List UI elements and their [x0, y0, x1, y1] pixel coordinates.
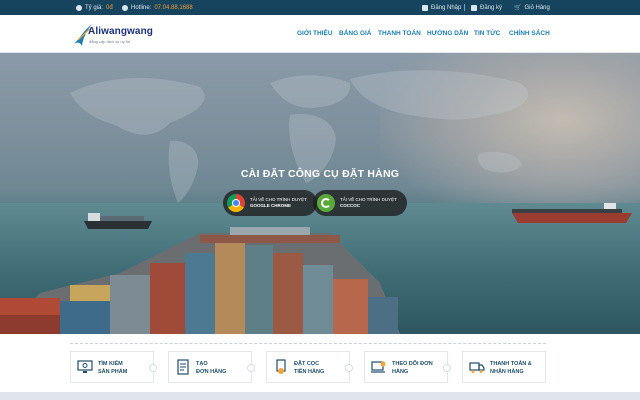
nav-tin-tuc[interactable]: TIN TỨC	[474, 30, 500, 37]
step-deposit-line2: TIỀN HÀNG	[294, 368, 325, 375]
download-chrome-button[interactable]: TẢI VỀ CHO TRÌNH DUYỆT GOOGLE CHROME	[223, 190, 317, 216]
nav-bang-gia[interactable]: BẢNG GIÁ	[339, 30, 372, 37]
site-logo[interactable]: Aliwangwang đẳng cấp dịch vụ uy tín	[72, 20, 182, 48]
step-create-line2: ĐƠN HÀNG	[196, 368, 227, 375]
step-search-line2: SẢN PHẨM	[98, 368, 128, 375]
step-track-order[interactable]: THEO DÕI ĐƠN HÀNG	[364, 351, 451, 383]
step-search-line1: TÌM KIẾM	[98, 361, 123, 367]
hotline-label: Hotline:	[131, 4, 152, 11]
delivery-truck-icon	[469, 362, 485, 373]
register-label: Đăng ký	[480, 4, 503, 11]
steps-divider	[70, 343, 546, 344]
step-payment-line2: NHẬN HÀNG	[490, 368, 524, 375]
cart-label: Giỏ Hàng	[524, 4, 550, 11]
right-ship	[512, 203, 632, 223]
nav-huong-dan[interactable]: HƯỚNG DẪN	[427, 30, 468, 37]
rate-value: 0đ	[106, 4, 113, 11]
monitor-search-icon	[77, 360, 93, 373]
hotline: Hotline: 07.04.88.1688	[122, 0, 193, 15]
nav-chinh-sach[interactable]: CHÍNH SÁCH	[509, 30, 550, 37]
header: Aliwangwang đẳng cấp dịch vụ uy tín GIỚI…	[0, 15, 640, 53]
login-label: Đăng Nhập	[431, 4, 462, 11]
cart-link[interactable]: 🛒 Giỏ Hàng	[514, 0, 550, 15]
step-payment-line1: THANH TOÁN &	[490, 361, 532, 367]
step-track-line1: THEO DÕI ĐƠN	[392, 361, 433, 367]
nav-thanh-toan[interactable]: THANH TOÁN	[378, 30, 421, 37]
download-chrome-line2: GOOGLE CHROME	[250, 203, 292, 208]
left-ship	[84, 213, 152, 229]
clock-icon	[76, 4, 82, 11]
chrome-icon	[227, 194, 245, 212]
step-search-product[interactable]: TÌM KIẾM SẢN PHẨM	[70, 351, 157, 383]
step-payment-delivery[interactable]: THANH TOÁN & NHẬN HÀNG	[462, 351, 546, 383]
step-arrow-icon	[247, 364, 255, 372]
hotline-value[interactable]: 07.04.88.1688	[154, 5, 192, 11]
logo-tagline: đẳng cấp dịch vụ uy tín	[89, 39, 131, 44]
deposit-icon	[276, 359, 286, 374]
step-deposit-line1: ĐẶT CỌC	[294, 361, 320, 367]
user-icon	[422, 4, 428, 11]
exchange-rate: Tỷ giá: 0đ	[76, 0, 113, 15]
gear-icon	[122, 4, 128, 11]
step-create-line1: TẠO	[196, 361, 208, 367]
nav-gioi-thieu[interactable]: GIỚI THIỆU	[297, 30, 333, 37]
coccoc-icon	[317, 194, 335, 212]
hero-title: CÀI ĐẶT CÔNG CỤ ĐẶT HÀNG	[240, 168, 400, 180]
track-order-icon	[371, 361, 386, 373]
step-arrow-icon	[443, 364, 451, 372]
download-coccoc-line2: COCCOC	[340, 203, 360, 208]
hero-banner: CÀI ĐẶT CÔNG CỤ ĐẶT HÀNG TẢI VỀ CHO TRÌN…	[0, 53, 640, 334]
create-order-icon	[177, 359, 189, 375]
logo-name: Aliwangwang	[88, 26, 153, 37]
register-link[interactable]: Đăng ký	[471, 0, 502, 15]
step-track-line2: HÀNG	[392, 368, 409, 375]
divider	[464, 4, 465, 11]
top-bar: Tỷ giá: 0đ Hotline: 07.04.88.1688 Đăng N…	[0, 0, 640, 15]
bottom-strip	[0, 392, 640, 400]
cart-icon: 🛒	[514, 5, 522, 11]
step-create-order[interactable]: TẠO ĐƠN HÀNG	[168, 351, 255, 383]
container-stacks	[0, 227, 400, 334]
step-deposit[interactable]: ĐẶT CỌC TIỀN HÀNG	[266, 351, 353, 383]
step-arrow-icon	[149, 364, 157, 372]
lock-icon	[471, 4, 477, 11]
download-coccoc-button[interactable]: TẢI VỀ CHO TRÌNH DUYỆT COCCOC	[313, 190, 407, 216]
rate-label: Tỷ giá:	[85, 4, 104, 11]
login-link[interactable]: Đăng Nhập	[422, 0, 461, 15]
step-arrow-icon	[345, 364, 353, 372]
